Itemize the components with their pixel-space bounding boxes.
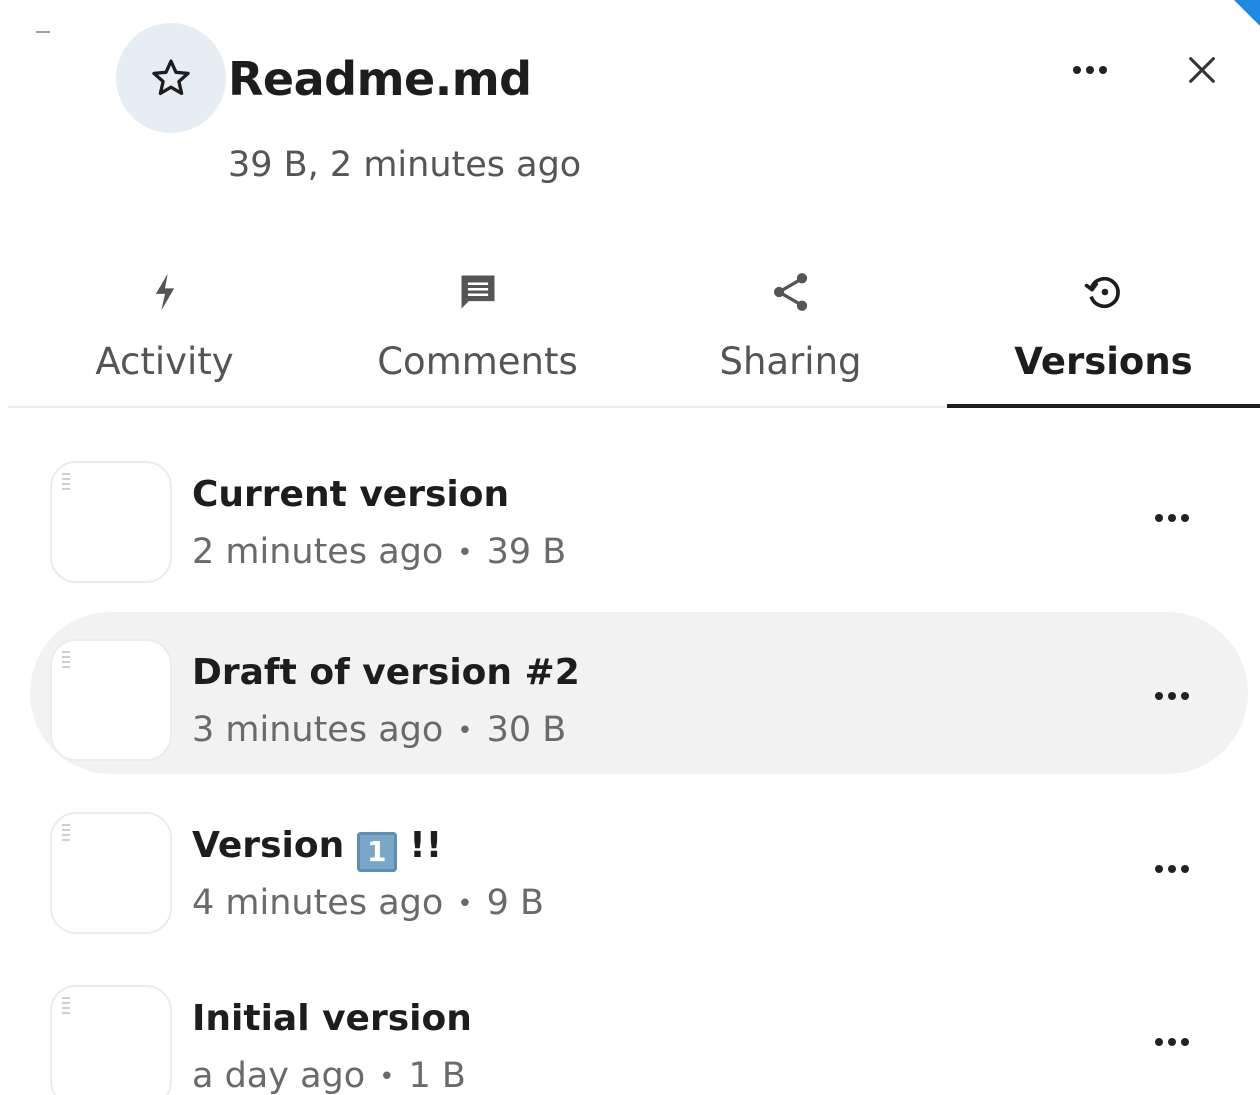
sidebar-panel: Readme.md 39 B, 2 minutes ago Activity C…	[0, 0, 1260, 1095]
version-time: 3 minutes ago	[192, 710, 444, 750]
tab-label: Comments	[377, 340, 578, 383]
file-preview-thumbnail	[50, 461, 172, 583]
version-time: 2 minutes ago	[192, 532, 444, 572]
file-info: 39 B, 2 minutes ago	[228, 145, 582, 185]
version-label-suffix: !!	[409, 825, 443, 866]
version-time: 4 minutes ago	[192, 883, 444, 923]
version-size: 9 B	[486, 883, 545, 923]
separator: •	[457, 716, 473, 746]
file-preview-thumbnail	[50, 639, 172, 761]
keycap-one-emoji: 1	[356, 832, 397, 872]
favorite-button[interactable]	[116, 23, 226, 133]
version-meta: 4 minutes ago • 9 B	[192, 883, 544, 923]
lightning-icon	[141, 268, 189, 316]
file-actions-menu-button[interactable]	[1062, 46, 1118, 94]
ellipsis-icon	[1155, 692, 1189, 700]
version-item-version-1[interactable]: Version 1 !! 4 minutes ago • 9 B	[30, 785, 1248, 947]
ellipsis-icon	[1155, 865, 1189, 873]
sidebar-tabs: Activity Comments Sharing Versions	[8, 248, 1260, 408]
separator: •	[457, 889, 473, 919]
version-label: Draft of version #2	[192, 652, 580, 693]
tab-versions[interactable]: Versions	[947, 248, 1260, 408]
tab-comments[interactable]: Comments	[321, 248, 634, 406]
file-preview-thumbnail	[50, 985, 172, 1095]
version-size: 1 B	[408, 1056, 466, 1095]
drag-handle	[36, 31, 50, 33]
tab-sharing[interactable]: Sharing	[634, 248, 947, 406]
version-label: Current version	[192, 474, 510, 515]
version-item-current[interactable]: Current version 2 minutes ago • 39 B	[30, 434, 1248, 596]
close-icon	[1189, 57, 1215, 83]
version-label: Initial version	[192, 998, 472, 1039]
corner-accent	[1234, 0, 1260, 26]
version-item-draft[interactable]: Draft of version #2 3 minutes ago • 30 B	[30, 612, 1248, 774]
comment-icon	[454, 268, 502, 316]
version-size: 30 B	[486, 710, 567, 750]
version-actions-button[interactable]	[1144, 672, 1200, 720]
version-label: Version 1 !!	[192, 825, 442, 872]
file-name: Readme.md	[228, 52, 532, 106]
history-icon	[1080, 268, 1128, 316]
version-actions-button[interactable]	[1144, 1018, 1200, 1066]
close-sidebar-button[interactable]	[1172, 40, 1232, 100]
tab-label: Versions	[1014, 340, 1193, 383]
ellipsis-icon	[1073, 66, 1107, 74]
star-icon	[152, 59, 190, 96]
version-size: 39 B	[486, 532, 567, 572]
tab-label: Activity	[95, 340, 234, 383]
version-meta: a day ago • 1 B	[192, 1056, 466, 1095]
tab-label: Sharing	[719, 340, 862, 383]
version-label-prefix: Version	[192, 825, 345, 866]
tab-activity[interactable]: Activity	[8, 248, 321, 406]
file-preview-thumbnail	[50, 812, 172, 934]
separator: •	[379, 1062, 395, 1092]
version-actions-button[interactable]	[1144, 494, 1200, 542]
version-meta: 2 minutes ago • 39 B	[192, 532, 566, 572]
version-actions-button[interactable]	[1144, 845, 1200, 893]
ellipsis-icon	[1155, 514, 1189, 522]
separator: •	[457, 538, 473, 568]
version-meta: 3 minutes ago • 30 B	[192, 710, 566, 750]
version-item-initial[interactable]: Initial version a day ago • 1 B	[30, 958, 1248, 1095]
share-icon	[767, 268, 815, 316]
ellipsis-icon	[1155, 1038, 1189, 1046]
version-time: a day ago	[192, 1056, 366, 1095]
